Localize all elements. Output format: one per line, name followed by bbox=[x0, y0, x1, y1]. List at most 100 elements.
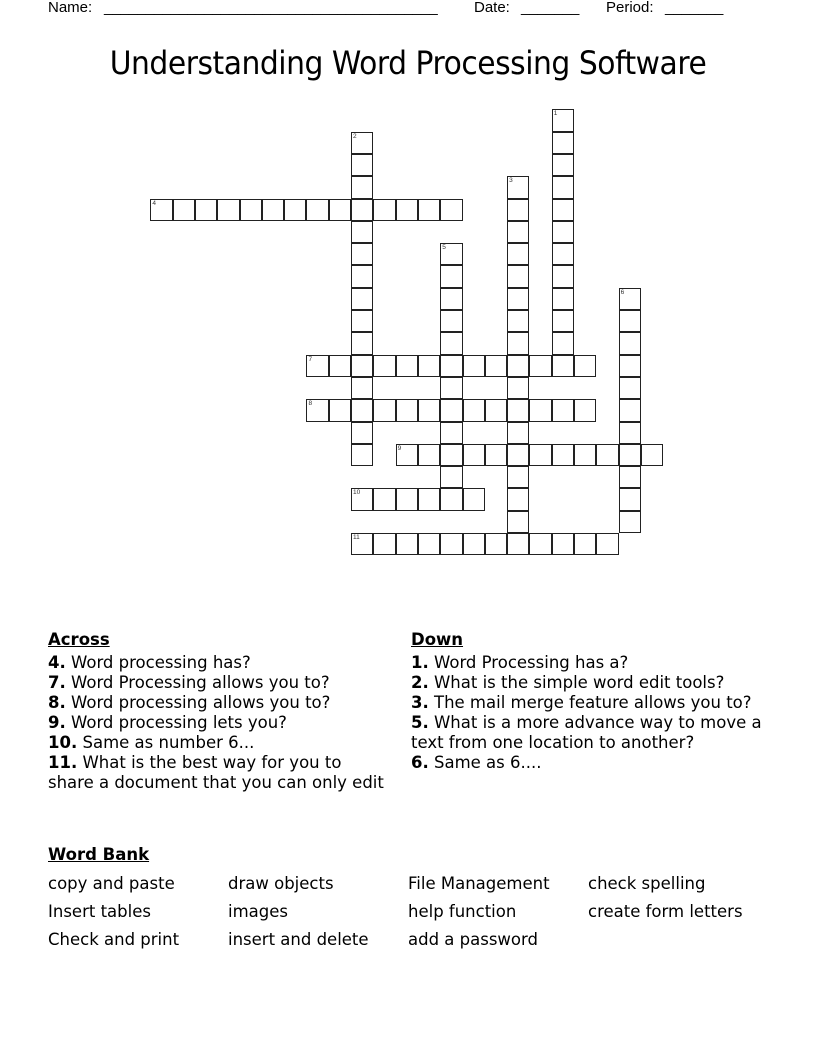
grid-cell[interactable] bbox=[351, 176, 374, 199]
grid-cell[interactable] bbox=[440, 265, 463, 288]
grid-cell[interactable] bbox=[551, 287, 575, 311]
grid-cell[interactable]: 4 bbox=[150, 198, 173, 221]
grid-cell[interactable] bbox=[351, 220, 374, 244]
grid-cell[interactable]: 8 bbox=[306, 399, 329, 422]
grid-cell[interactable] bbox=[417, 488, 441, 511]
grid-cell[interactable] bbox=[351, 287, 374, 311]
grid-cell[interactable] bbox=[395, 399, 418, 422]
grid-cell[interactable] bbox=[373, 533, 396, 556]
grid-cell[interactable] bbox=[440, 488, 463, 511]
grid-cell[interactable] bbox=[618, 399, 641, 422]
grid-cell[interactable] bbox=[507, 376, 530, 400]
grid-cell[interactable] bbox=[351, 310, 374, 333]
grid-cell[interactable] bbox=[551, 243, 575, 266]
grid-cell[interactable] bbox=[172, 198, 195, 221]
name-field[interactable]: ________________________________________ bbox=[104, 0, 438, 16]
grid-cell[interactable] bbox=[194, 198, 218, 221]
grid-cell[interactable] bbox=[596, 443, 619, 467]
grid-cell[interactable] bbox=[395, 198, 418, 221]
grid-cell[interactable] bbox=[618, 488, 641, 511]
grid-cell[interactable] bbox=[417, 443, 441, 467]
grid-cell[interactable] bbox=[507, 243, 530, 266]
grid-cell[interactable] bbox=[529, 399, 552, 422]
grid-cell[interactable] bbox=[395, 488, 418, 511]
grid-cell[interactable]: 2 bbox=[351, 131, 374, 154]
grid-cell[interactable] bbox=[440, 332, 463, 355]
grid-cell[interactable] bbox=[507, 332, 530, 355]
grid-cell[interactable] bbox=[574, 533, 597, 556]
grid-cell[interactable] bbox=[507, 399, 530, 422]
grid-cell[interactable] bbox=[351, 243, 374, 266]
grid-cell[interactable] bbox=[507, 466, 530, 489]
grid-cell[interactable] bbox=[440, 466, 463, 489]
grid-cell[interactable] bbox=[551, 198, 575, 221]
grid-cell[interactable] bbox=[551, 265, 575, 288]
grid-cell[interactable] bbox=[618, 421, 641, 444]
grid-cell[interactable] bbox=[261, 198, 285, 221]
grid-cell[interactable] bbox=[440, 198, 463, 221]
grid-cell[interactable] bbox=[618, 354, 641, 377]
grid-cell[interactable] bbox=[373, 399, 396, 422]
grid-cell[interactable] bbox=[551, 153, 575, 177]
grid-cell[interactable] bbox=[328, 198, 352, 221]
grid-cell[interactable] bbox=[351, 443, 374, 467]
grid-cell[interactable] bbox=[328, 399, 352, 422]
grid-cell[interactable] bbox=[351, 421, 374, 444]
grid-cell[interactable] bbox=[529, 354, 552, 377]
grid-cell[interactable] bbox=[351, 399, 374, 422]
grid-cell[interactable] bbox=[462, 488, 485, 511]
grid-cell[interactable] bbox=[440, 443, 463, 467]
grid-cell[interactable] bbox=[351, 153, 374, 177]
grid-cell[interactable] bbox=[328, 354, 352, 377]
grid-cell[interactable] bbox=[484, 533, 508, 556]
grid-cell[interactable] bbox=[484, 354, 508, 377]
period-field[interactable]: _______ bbox=[665, 0, 723, 16]
grid-cell[interactable] bbox=[284, 198, 307, 221]
grid-cell[interactable] bbox=[529, 443, 552, 467]
grid-cell[interactable]: 5 bbox=[440, 243, 463, 266]
grid-cell[interactable] bbox=[574, 354, 597, 377]
grid-cell[interactable] bbox=[440, 421, 463, 444]
grid-cell[interactable] bbox=[440, 376, 463, 400]
grid-cell[interactable] bbox=[507, 510, 530, 534]
grid-cell[interactable] bbox=[551, 354, 575, 377]
grid-cell[interactable] bbox=[551, 310, 575, 333]
grid-cell[interactable] bbox=[217, 198, 240, 221]
grid-cell[interactable] bbox=[395, 354, 418, 377]
grid-cell[interactable] bbox=[507, 220, 530, 244]
grid-cell[interactable] bbox=[507, 488, 530, 511]
grid-cell[interactable] bbox=[417, 399, 441, 422]
grid-cell[interactable]: 9 bbox=[395, 443, 418, 467]
grid-cell[interactable]: 11 bbox=[351, 533, 374, 556]
grid-cell[interactable] bbox=[440, 354, 463, 377]
grid-cell[interactable]: 7 bbox=[306, 354, 329, 377]
grid-cell[interactable] bbox=[507, 287, 530, 311]
grid-cell[interactable] bbox=[462, 533, 485, 556]
grid-cell[interactable] bbox=[373, 488, 396, 511]
grid-cell[interactable] bbox=[417, 198, 441, 221]
grid-cell[interactable] bbox=[618, 510, 641, 534]
grid-cell[interactable] bbox=[551, 220, 575, 244]
grid-cell[interactable] bbox=[462, 443, 485, 467]
grid-cell[interactable] bbox=[484, 399, 508, 422]
grid-cell[interactable] bbox=[351, 354, 374, 377]
grid-cell[interactable] bbox=[529, 533, 552, 556]
grid-cell[interactable] bbox=[440, 399, 463, 422]
date-field[interactable]: _______ bbox=[521, 0, 579, 16]
grid-cell[interactable] bbox=[395, 533, 418, 556]
grid-cell[interactable] bbox=[507, 443, 530, 467]
grid-cell[interactable] bbox=[551, 332, 575, 355]
grid-cell[interactable] bbox=[574, 399, 597, 422]
grid-cell[interactable] bbox=[618, 466, 641, 489]
grid-cell[interactable] bbox=[551, 176, 575, 199]
grid-cell[interactable] bbox=[618, 443, 641, 467]
grid-cell[interactable] bbox=[417, 533, 441, 556]
grid-cell[interactable] bbox=[306, 198, 329, 221]
grid-cell[interactable] bbox=[551, 533, 575, 556]
grid-cell[interactable] bbox=[618, 376, 641, 400]
grid-cell[interactable] bbox=[239, 198, 262, 221]
grid-cell[interactable] bbox=[440, 310, 463, 333]
grid-cell[interactable] bbox=[507, 265, 530, 288]
grid-cell[interactable] bbox=[462, 399, 485, 422]
grid-cell[interactable] bbox=[417, 354, 441, 377]
